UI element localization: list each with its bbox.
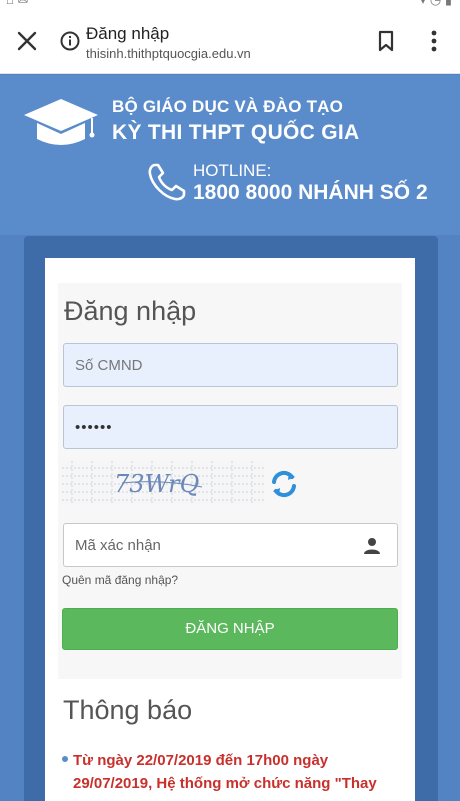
hotline-number[interactable]: 1800 8000 NHÁNH SỐ 2	[193, 181, 428, 205]
user-icon	[364, 538, 380, 554]
browser-toolbar: Đăng nhập thisinh.thithptquocgia.edu.vn	[0, 8, 460, 74]
info-icon[interactable]	[60, 31, 80, 51]
exam-name: KỲ THI THPT QUỐC GIA	[112, 121, 360, 144]
bookmark-icon[interactable]	[374, 29, 398, 53]
password-input[interactable]	[63, 405, 398, 449]
notice-heading: Thông báo	[63, 695, 193, 725]
refresh-captcha-icon[interactable]	[268, 468, 300, 500]
captcha-image: 73WrQ	[62, 461, 264, 505]
page-title: Đăng nhập	[86, 24, 170, 43]
close-icon[interactable]	[14, 28, 40, 54]
captcha-code-field	[63, 523, 398, 567]
more-options-icon[interactable]	[424, 28, 444, 54]
login-button[interactable]: ĐĂNG NHẬP	[62, 608, 398, 650]
organization-name: BỘ GIÁO DỤC VÀ ĐÀO TẠO	[112, 97, 344, 116]
login-heading: Đăng nhập	[64, 296, 197, 326]
notice-text[interactable]: Từ ngày 22/07/2019 đến 17h00 ngày 29/07/…	[73, 749, 393, 795]
status-bar: ⌂ ✉ ▾ ◷ ▮	[0, 0, 460, 8]
status-icons-left: ⌂ ✉	[6, 0, 28, 8]
captcha-code-input[interactable]	[64, 524, 354, 566]
phone-icon	[148, 163, 186, 201]
bullet-icon	[62, 756, 68, 762]
forgot-login-code-link[interactable]: Quên mã đăng nhập?	[62, 573, 178, 587]
site-header: BỘ GIÁO DỤC VÀ ĐÀO TẠO KỲ THI THPT QUỐC …	[0, 75, 460, 235]
page-url[interactable]: thisinh.thithptquocgia.edu.vn	[86, 46, 251, 61]
graduation-cap-icon	[24, 99, 98, 145]
hotline-label: HOTLINE:	[193, 161, 272, 180]
id-number-input[interactable]	[63, 343, 398, 387]
status-icons-right: ▾ ◷ ▮	[420, 0, 452, 8]
